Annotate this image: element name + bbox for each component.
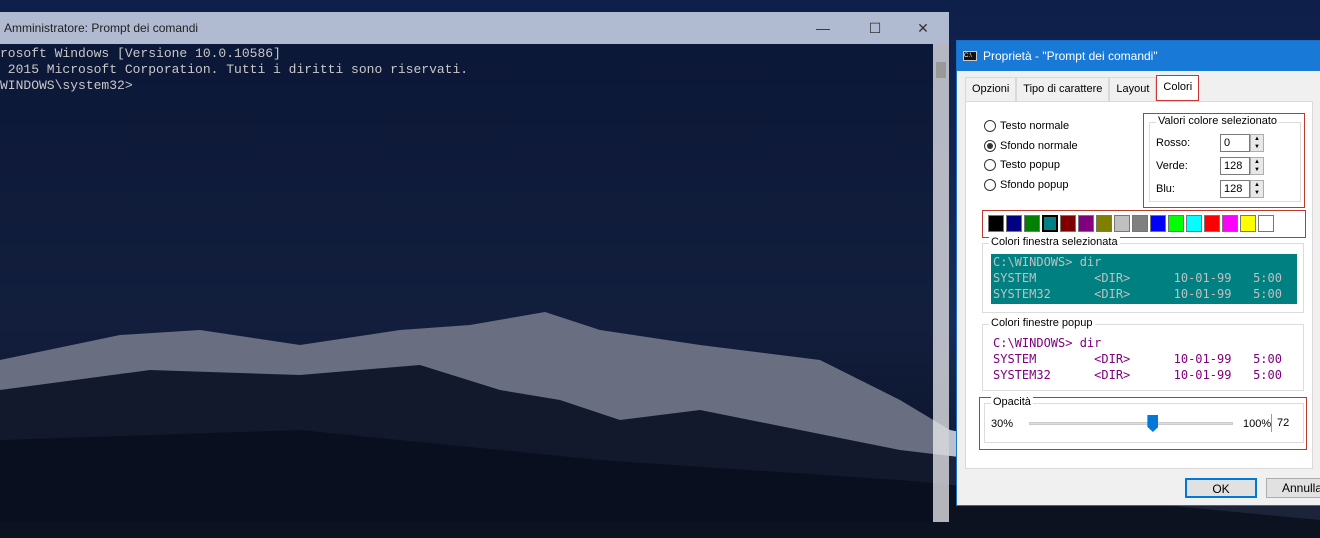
- group-label: Valori colore selezionato: [1156, 115, 1280, 127]
- dialog-title: Proprietà - "Prompt dei comandi": [983, 49, 1158, 63]
- preview-line: SYSTEM <DIR> 10-01-99 5:00: [993, 352, 1282, 366]
- radio-testo-popup[interactable]: Testo popup: [984, 159, 1060, 171]
- palette-swatch[interactable]: [1042, 215, 1058, 232]
- opacity-group: Opacità 30% 100% 72: [984, 396, 1304, 443]
- green-spinner[interactable]: ▲ ▼: [1250, 157, 1264, 175]
- popup-preview: C:\WINDOWS> dir SYSTEM <DIR> 10-01-99 5:0…: [991, 335, 1297, 385]
- palette-swatch[interactable]: [1186, 215, 1202, 232]
- radio-label: Testo normale: [1000, 120, 1070, 132]
- blue-spinner[interactable]: ▲ ▼: [1250, 180, 1264, 198]
- preview-line: C:\WINDOWS> dir: [993, 336, 1102, 350]
- group-label: Colori finestra selezionata: [989, 236, 1120, 248]
- cmd-app-icon: C:\: [963, 51, 977, 61]
- cancel-button[interactable]: Annulla: [1266, 478, 1320, 498]
- screen-preview: C:\WINDOWS> dir SYSTEM <DIR> 10-01-99 5:0…: [991, 254, 1297, 304]
- palette-swatch[interactable]: [1132, 215, 1148, 232]
- red-input[interactable]: 0: [1220, 134, 1250, 152]
- palette-swatch[interactable]: [1204, 215, 1220, 232]
- group-label: Opacità: [991, 396, 1033, 408]
- scrollbar-thumb[interactable]: [936, 62, 946, 78]
- dialog-title-bar[interactable]: C:\ Proprietà - "Prompt dei comandi": [957, 41, 1320, 71]
- properties-dialog: C:\ Proprietà - "Prompt dei comandi" Opzi…: [956, 40, 1320, 506]
- opacity-value: 72: [1271, 414, 1295, 432]
- palette-swatch[interactable]: [1096, 215, 1112, 232]
- cmd-title-bar[interactable]: Amministratore: Prompt dei comandi — ☐ ✕: [0, 12, 949, 44]
- console-line: rosoft Windows [Versione 10.0.10586]: [0, 46, 281, 61]
- radio-checked-icon: [984, 140, 996, 152]
- radio-label: Testo popup: [1000, 159, 1060, 171]
- palette-swatch[interactable]: [1222, 215, 1238, 232]
- radio-label: Sfondo normale: [1000, 140, 1078, 152]
- popup-colors-group: Colori finestre popup C:\WINDOWS> dir SYS…: [982, 317, 1304, 391]
- radio-circle-icon: [984, 120, 996, 132]
- palette-swatch[interactable]: [1150, 215, 1166, 232]
- preview-line: SYSTEM <DIR> 10-01-99 5:00: [993, 271, 1282, 285]
- palette-swatch[interactable]: [1168, 215, 1184, 232]
- palette-swatch[interactable]: [1240, 215, 1256, 232]
- preview-line: C:\WINDOWS> dir: [993, 255, 1102, 269]
- minimize-button[interactable]: —: [801, 12, 845, 44]
- opacity-slider[interactable]: [1029, 415, 1233, 432]
- palette-swatch[interactable]: [1078, 215, 1094, 232]
- console-line: 2015 Microsoft Corporation. Tutti i diri…: [0, 62, 469, 77]
- opacity-slider-thumb[interactable]: [1147, 415, 1159, 432]
- cmd-window[interactable]: Amministratore: Prompt dei comandi — ☐ ✕…: [0, 12, 949, 522]
- radio-circle-icon: [984, 159, 996, 171]
- cmd-title: Amministratore: Prompt dei comandi: [4, 21, 199, 35]
- close-button[interactable]: ✕: [901, 12, 945, 44]
- console-output[interactable]: rosoft Windows [Versione 10.0.10586] 201…: [0, 44, 933, 522]
- radio-sfondo-normale[interactable]: Sfondo normale: [984, 140, 1078, 152]
- green-input[interactable]: 128: [1220, 157, 1250, 175]
- green-label: Verde:: [1156, 160, 1188, 172]
- palette-swatch[interactable]: [988, 215, 1004, 232]
- blue-input[interactable]: 128: [1220, 180, 1250, 198]
- maximize-button[interactable]: ☐: [853, 12, 897, 44]
- selected-color-values-group: Valori colore selezionato Rosso: 0 ▲ ▼ Verd…: [1149, 115, 1301, 202]
- screen-colors-group: Colori finestra selezionata C:\WINDOWS> …: [982, 236, 1304, 313]
- console-prompt: WINDOWS\system32>: [0, 78, 133, 93]
- palette-swatch[interactable]: [1060, 215, 1076, 232]
- red-spinner[interactable]: ▲ ▼: [1250, 134, 1264, 152]
- palette-swatch[interactable]: [1024, 215, 1040, 232]
- vertical-scrollbar[interactable]: [933, 44, 949, 522]
- palette-swatch[interactable]: [1006, 215, 1022, 232]
- preview-line: SYSTEM32 <DIR> 10-01-99 5:00: [993, 368, 1282, 382]
- color-palette: [988, 215, 1274, 232]
- radio-sfondo-popup[interactable]: Sfondo popup: [984, 179, 1069, 191]
- tab-colori[interactable]: Colori: [1156, 75, 1200, 101]
- opacity-min-label: 30%: [991, 418, 1014, 430]
- colors-panel: Testo normale Sfondo normale Testo popup…: [965, 101, 1313, 469]
- group-label: Colori finestre popup: [989, 317, 1095, 329]
- radio-circle-icon: [984, 179, 996, 191]
- palette-swatch[interactable]: [1258, 215, 1274, 232]
- opacity-max-label: 100%: [1243, 418, 1272, 430]
- palette-swatch[interactable]: [1114, 215, 1130, 232]
- tab-tipo-di-carattere[interactable]: Tipo di carattere: [1016, 77, 1110, 101]
- radio-testo-normale[interactable]: Testo normale: [984, 120, 1069, 132]
- tab-layout[interactable]: Layout: [1109, 77, 1157, 101]
- preview-line: SYSTEM32 <DIR> 10-01-99 5:00: [993, 287, 1282, 301]
- radio-label: Sfondo popup: [1000, 179, 1069, 191]
- ok-button[interactable]: OK: [1185, 478, 1257, 498]
- tab-opzioni[interactable]: Opzioni: [965, 77, 1017, 101]
- red-label: Rosso:: [1156, 137, 1191, 149]
- blue-label: Blu:: [1156, 183, 1175, 195]
